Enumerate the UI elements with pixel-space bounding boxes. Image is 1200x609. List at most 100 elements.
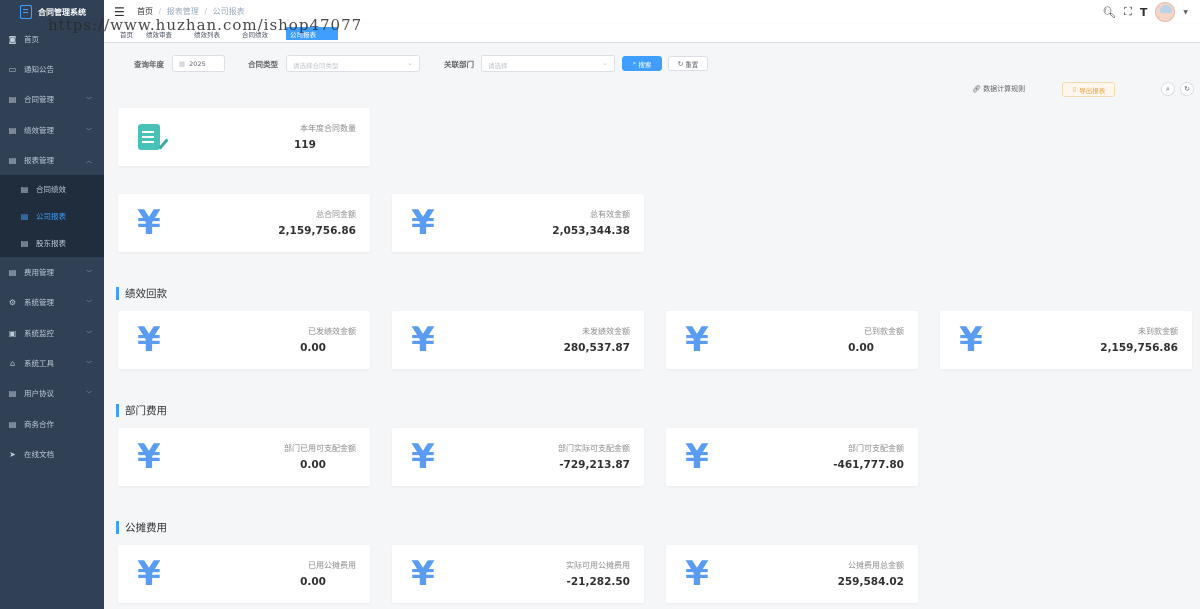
stat-card: ¥ 未到款金额 2,159,756.86 bbox=[940, 311, 1192, 369]
refresh-button[interactable]: ↻ bbox=[1180, 82, 1194, 96]
sidebar-item-label: 通知公告 bbox=[24, 64, 54, 74]
chevron-down-icon[interactable]: ▼ bbox=[1183, 9, 1188, 16]
type-select[interactable]: 请选择合同类型 ⌄ bbox=[286, 55, 420, 72]
stat-value: 2,053,344.38 bbox=[552, 225, 630, 237]
export-button[interactable]: ⇩ 导出报表 bbox=[1062, 82, 1115, 97]
sidebar-item[interactable]: ➤ 在线文档 bbox=[0, 439, 104, 469]
stat-card: ¥ 已发绩效金额 0.00 bbox=[118, 311, 370, 369]
stat-title: 部门已用可支配金额 bbox=[284, 444, 356, 453]
search-icon: ⌕ bbox=[1166, 84, 1170, 93]
breadcrumb-separator: / bbox=[204, 7, 208, 16]
sidebar-item[interactable]: ▭ 通知公告 bbox=[0, 54, 104, 84]
avatar[interactable] bbox=[1155, 2, 1176, 22]
sidebar-item-label: 首页 bbox=[24, 34, 39, 44]
stat-title: 公摊费用总金额 bbox=[848, 561, 904, 570]
toggle-search-button[interactable]: ⌕ bbox=[1161, 82, 1175, 96]
stat-title: 已到款金额 bbox=[864, 327, 904, 336]
section-title-shared: 公摊费用 bbox=[116, 520, 167, 535]
document-icon: ▤ bbox=[8, 268, 17, 278]
document-icon: ▤ bbox=[8, 389, 17, 399]
tag-contract-performance[interactable]: 合同绩效 bbox=[238, 27, 272, 40]
tag-performance-review[interactable]: 绩效审查 bbox=[142, 27, 176, 40]
stat-value: 2,159,756.86 bbox=[1100, 342, 1178, 354]
yen-icon: ¥ bbox=[411, 320, 435, 360]
sidebar-item[interactable]: ▤ 商务合作 bbox=[0, 409, 104, 439]
send-icon: ➤ bbox=[9, 449, 16, 459]
document-edit-icon bbox=[138, 124, 160, 150]
stat-title: 已用公摊费用 bbox=[308, 561, 356, 570]
chevron-down-icon: ﹀ bbox=[85, 360, 92, 368]
download-icon: ⇩ bbox=[1071, 85, 1078, 94]
calc-rules-link[interactable]: 🔗︎ 数据计算规则 bbox=[972, 84, 1025, 94]
search-button[interactable]: ⌕ 搜索 bbox=[622, 56, 662, 71]
yen-icon: ¥ bbox=[137, 203, 161, 243]
tag-home[interactable]: 首页 bbox=[116, 27, 137, 40]
navbar: ☰ 首页 / 报表管理 / 公司报表 🔍︎ ⛶ T ▼ bbox=[104, 0, 1200, 24]
sidebar-item[interactable]: ▤ 绩效管理 ﹀ bbox=[0, 115, 104, 145]
document-icon: ▤ bbox=[8, 155, 17, 165]
document-icon: ▤ bbox=[20, 239, 29, 249]
sidebar-item[interactable]: ▤ 公司报表 bbox=[0, 202, 104, 231]
monitor-icon: ▣ bbox=[8, 328, 17, 338]
sidebar-item[interactable]: ⚙ 系统管理 ﹀ bbox=[0, 288, 104, 318]
tag-performance-list[interactable]: 绩效列表 bbox=[190, 27, 224, 40]
system-icon: ⚙ bbox=[8, 298, 17, 308]
chevron-down-icon: ﹀ bbox=[85, 97, 92, 105]
section-marker bbox=[116, 521, 119, 534]
stat-title: 部门实际可支配金额 bbox=[558, 444, 630, 453]
breadcrumb-home[interactable]: 首页 bbox=[137, 7, 153, 16]
stat-card: ¥ 部门实际可支配金额 -729,213.87 bbox=[392, 428, 644, 486]
search-icon[interactable]: 🔍︎ bbox=[1102, 6, 1116, 19]
chevron-down-icon: ⌄ bbox=[407, 59, 413, 67]
sidebar-item-label: 系统管理 bbox=[24, 298, 54, 308]
main-content: 查询年度 ▦ 2025 合同类型 请选择合同类型 ⌄ 关联部门 请选择 ⌄ ⌕ 搜索… bbox=[104, 43, 1200, 609]
breadcrumb-company-report: 公司报表 bbox=[212, 7, 245, 16]
sidebar-item-label: 商务合作 bbox=[24, 419, 54, 429]
hamburger-icon[interactable]: ☰ bbox=[114, 5, 125, 19]
sidebar-item[interactable]: ⌂ 系统工具 ﹀ bbox=[0, 348, 104, 378]
fullscreen-icon[interactable]: ⛶ bbox=[1124, 5, 1132, 19]
stat-title: 部门可支配金额 bbox=[848, 444, 904, 453]
document-icon: ▤ bbox=[20, 184, 29, 194]
stat-value: 0.00 bbox=[300, 342, 326, 354]
yen-icon: ¥ bbox=[959, 320, 983, 360]
dept-label: 关联部门 bbox=[444, 60, 474, 69]
stat-title: 实际可用公摊费用 bbox=[566, 561, 630, 570]
stat-value: 0.00 bbox=[300, 459, 326, 471]
yen-icon: ¥ bbox=[411, 203, 435, 243]
yen-icon: ¥ bbox=[411, 554, 435, 594]
sidebar-item[interactable]: ▤ 用户协议 ﹀ bbox=[0, 379, 104, 409]
yen-icon: ¥ bbox=[685, 437, 709, 477]
dept-select[interactable]: 请选择 ⌄ bbox=[481, 55, 615, 72]
stat-card-total-amount: ¥ 总合同金额 2,159,756.86 bbox=[118, 194, 370, 252]
stat-value: 2,159,756.86 bbox=[278, 225, 356, 237]
navbar-actions: 🔍︎ ⛶ T ▼ bbox=[1102, 2, 1188, 22]
sidebar-item[interactable]: ▤ 股东报表 bbox=[0, 230, 104, 258]
refresh-icon: ↻ bbox=[1184, 85, 1190, 93]
sidebar-item[interactable]: ◙ 首页 bbox=[0, 24, 104, 54]
sidebar-item[interactable]: ▤ 合同管理 ﹀ bbox=[0, 85, 104, 115]
chevron-down-icon: ﹀ bbox=[85, 391, 92, 399]
message-icon: ▭ bbox=[8, 64, 17, 74]
sidebar-item-label: 绩效管理 bbox=[24, 125, 54, 135]
sidebar-item-label: 报表管理 bbox=[24, 155, 54, 165]
reset-button[interactable]: ↻ 重置 bbox=[668, 56, 708, 71]
sidebar-item[interactable]: ▤ 合同绩效 bbox=[0, 175, 104, 203]
stat-card-valid-amount: ¥ 总有效金额 2,053,344.38 bbox=[392, 194, 644, 252]
sidebar-item[interactable]: ▤ 费用管理 ﹀ bbox=[0, 257, 104, 287]
sidebar-item-label: 公司报表 bbox=[36, 211, 66, 221]
chevron-down-icon: ⌄ bbox=[602, 59, 608, 67]
sidebar-item[interactable]: ▣ 系统监控 ﹀ bbox=[0, 318, 104, 348]
stat-card: ¥ 实际可用公摊费用 -21,282.50 bbox=[392, 545, 644, 603]
section-title-performance: 绩效回款 bbox=[116, 286, 167, 301]
stat-card: ¥ 未发绩效金额 280,537.87 bbox=[392, 311, 644, 369]
breadcrumb: 首页 / 报表管理 / 公司报表 bbox=[137, 6, 245, 17]
year-input[interactable]: ▦ 2025 bbox=[172, 55, 225, 72]
font-size-icon[interactable]: T bbox=[1140, 6, 1148, 19]
tag-company-report[interactable]: 公司报表 bbox=[286, 27, 338, 40]
sidebar-item[interactable]: ▤ 报表管理 ︿ bbox=[0, 145, 104, 175]
app-logo-icon bbox=[20, 5, 32, 19]
chevron-down-icon: ﹀ bbox=[85, 127, 92, 135]
stat-value: -461,777.80 bbox=[833, 459, 904, 471]
sidebar-header[interactable]: 合同管理系统 bbox=[0, 0, 104, 24]
